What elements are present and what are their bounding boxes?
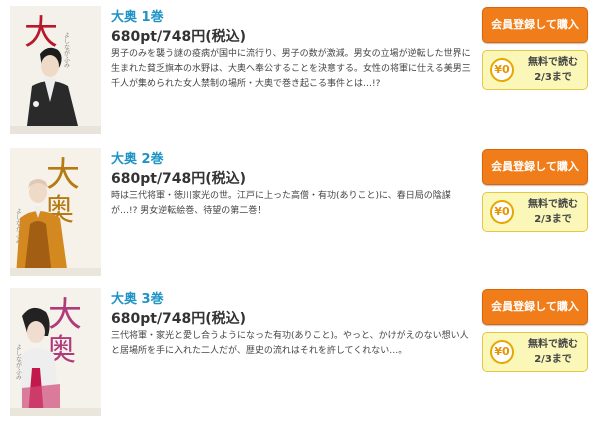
samurai-cover-illustration: 大 よしながふみ — [10, 6, 101, 134]
read-free-label: 無料で読む 2/3まで — [528, 199, 578, 225]
monk-cover-illustration: 大 奥 よしながふみ — [10, 148, 101, 276]
book-title-link[interactable]: 大奥 1巻 — [111, 6, 164, 25]
read-free-button[interactable]: ¥0 無料で読む 2/3まで — [482, 332, 588, 372]
book-list-item: 大 よしながふみ 大奥 1巻 680pt/748円(税込) 男子のみを襲う謎の疫… — [0, 0, 600, 134]
book-cover[interactable]: 大 よしながふみ — [10, 6, 101, 134]
book-cover[interactable]: 大 奥 よしながふみ — [10, 288, 101, 416]
book-description: 三代将軍・家光と愛し合うようになった有功(ありこと)。やっと、かけがえのない想い… — [111, 331, 469, 356]
yen-coin-icon: ¥0 — [490, 200, 514, 224]
read-free-label: 無料で読む 2/3まで — [528, 57, 578, 83]
book-description: 時は三代将軍・徳川家光の世。江戸に上った高僧・有功(ありこと)に、春日局の陰謀が… — [111, 191, 451, 216]
book-list-item: 大 奥 よしながふみ 大奥 3巻 680pt/748円(税込) 三代将軍・家光と… — [0, 282, 600, 416]
cover-title-glyph: 大 — [24, 13, 58, 53]
register-purchase-button[interactable]: 会員登録して購入 — [482, 149, 588, 185]
book-list-item: 大 奥 よしながふみ 大奥 2巻 680pt/748円(税込) 時は三代将軍・徳… — [0, 142, 600, 276]
shogun-cover-illustration: 大 奥 よしながふみ — [10, 288, 101, 416]
yen-coin-icon: ¥0 — [490, 340, 514, 364]
book-description: 男子のみを襲う謎の疫病が国中に流行り、男子の数が激減。男女の立場が逆転した世界に… — [111, 49, 471, 89]
book-title-link[interactable]: 大奥 2巻 — [111, 148, 164, 167]
yen-coin-icon: ¥0 — [490, 58, 514, 82]
book-price: 680pt/748円(税込) — [111, 311, 247, 327]
register-purchase-button[interactable]: 会員登録して購入 — [482, 289, 588, 325]
book-price: 680pt/748円(税込) — [111, 29, 247, 45]
cover-author: よしながふみ — [15, 344, 22, 381]
book-cover[interactable]: 大 奥 よしながふみ — [10, 148, 101, 276]
cover-author: よしながふみ — [63, 32, 70, 69]
book-title-link[interactable]: 大奥 3巻 — [111, 288, 164, 307]
book-price: 680pt/748円(税込) — [111, 171, 247, 187]
read-free-button[interactable]: ¥0 無料で読む 2/3まで — [482, 50, 588, 90]
register-purchase-button[interactable]: 会員登録して購入 — [482, 7, 588, 43]
read-free-label: 無料で読む 2/3まで — [528, 339, 578, 365]
svg-text:大: 大 — [48, 295, 82, 335]
svg-text:大: 大 — [46, 155, 80, 195]
read-free-button[interactable]: ¥0 無料で読む 2/3まで — [482, 192, 588, 232]
